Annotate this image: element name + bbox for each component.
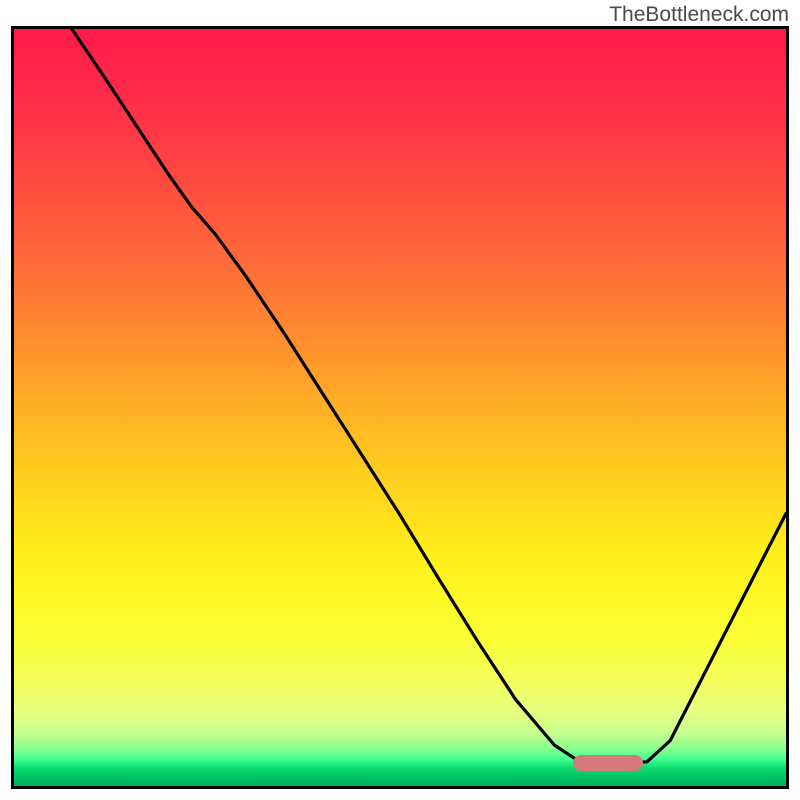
optimal-point-marker	[573, 755, 643, 771]
chart-frame	[11, 26, 789, 789]
bottleneck-gradient-background	[14, 29, 786, 786]
watermark-text: TheBottleneck.com	[609, 3, 789, 27]
